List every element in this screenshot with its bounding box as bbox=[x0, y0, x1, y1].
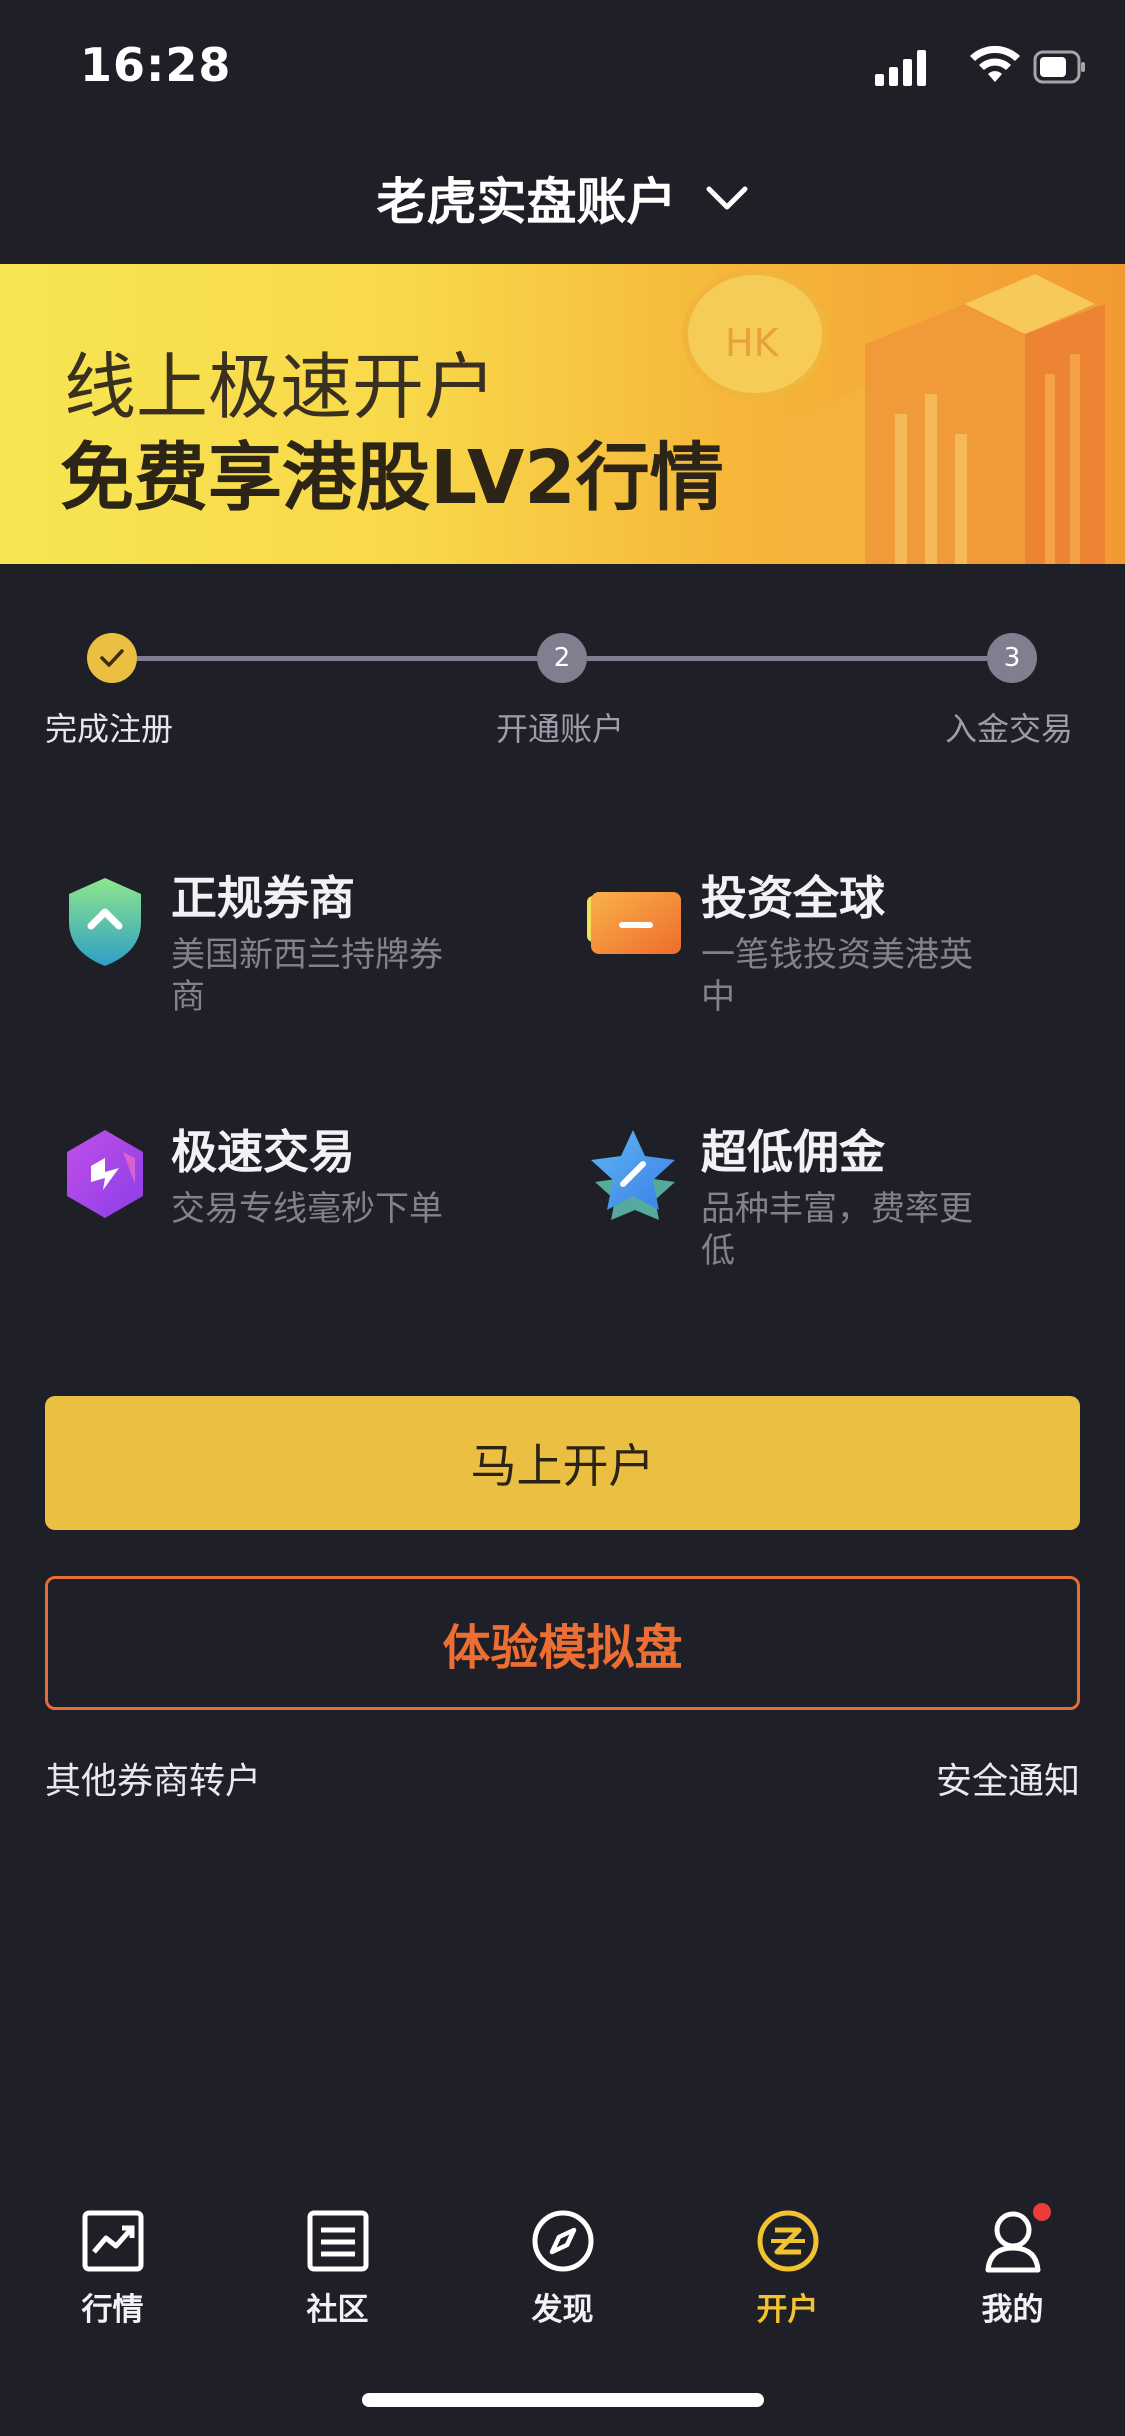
tab-community[interactable]: 社区 bbox=[225, 2190, 450, 2340]
feature-desc: 美国新西兰持牌券商 bbox=[171, 935, 443, 1017]
feature-title: 投资全球 bbox=[701, 871, 885, 925]
battery-icon bbox=[1033, 50, 1085, 84]
home-indicator[interactable] bbox=[362, 2393, 764, 2407]
page-title: 老虎实盘账户 bbox=[376, 173, 677, 231]
feature-desc: 一笔钱投资美港英中 bbox=[701, 935, 973, 1017]
open-account-button[interactable]: 马上开户 bbox=[45, 1396, 1080, 1530]
tab-label: 行情 bbox=[81, 2292, 144, 2328]
feature-title: 正规券商 bbox=[171, 871, 355, 925]
step-3-indicator: 3 bbox=[987, 633, 1037, 683]
tab-discover[interactable]: 发现 bbox=[450, 2190, 675, 2340]
card-icon bbox=[587, 892, 681, 954]
account-selector[interactable]: 老虎实盘账户 bbox=[0, 160, 1125, 236]
security-notice-link[interactable]: 安全通知 bbox=[936, 1752, 1080, 1804]
account-progress-steps: 2 3 完成注册 开通账户 入金交易 bbox=[0, 600, 1125, 760]
open-account-label: 马上开户 bbox=[470, 1439, 655, 1493]
tab-label: 社区 bbox=[306, 2292, 369, 2328]
document-icon bbox=[307, 2210, 369, 2272]
hk-coin-text: HK bbox=[725, 321, 780, 365]
tab-bar: 行情 社区 发现 开户 我的 bbox=[0, 2190, 1125, 2340]
feature-fast-trading: 极速交易 交易专线毫秒下单 bbox=[55, 1116, 535, 1276]
tab-label: 我的 bbox=[981, 2292, 1044, 2328]
promo-banner[interactable]: 线上极速开户 免费享港股LV2行情 HK bbox=[0, 264, 1125, 564]
tab-open-account[interactable]: 开户 bbox=[675, 2190, 900, 2340]
signal-icon bbox=[875, 50, 926, 86]
status-icons bbox=[875, 46, 1085, 86]
tab-label: 发现 bbox=[531, 2292, 594, 2328]
feature-global-investing: 投资全球 一笔钱投资美港英中 bbox=[585, 862, 1065, 1022]
banner-subheadline: 免费享港股LV2行情 bbox=[60, 435, 724, 521]
star-icon bbox=[591, 1130, 675, 1220]
feature-title: 超低佣金 bbox=[701, 1125, 885, 1179]
tab-market[interactable]: 行情 bbox=[0, 2190, 225, 2340]
transfer-broker-link[interactable]: 其他券商转户 bbox=[45, 1752, 261, 1804]
feature-low-commission: 超低佣金 品种丰富，费率更低 bbox=[585, 1116, 1065, 1276]
step-2-indicator: 2 bbox=[537, 633, 587, 683]
notification-badge bbox=[1033, 2203, 1051, 2221]
feature-title: 极速交易 bbox=[171, 1125, 355, 1179]
step-3-label: 入金交易 bbox=[945, 710, 1074, 748]
open-account-icon bbox=[757, 2210, 819, 2272]
compass-icon bbox=[532, 2210, 594, 2272]
check-icon bbox=[100, 649, 124, 667]
banner-illustration: HK bbox=[682, 269, 1105, 564]
step-1-label: 完成注册 bbox=[45, 710, 174, 748]
step-2-label: 开通账户 bbox=[496, 710, 625, 748]
step-done-icon bbox=[87, 633, 137, 683]
feature-regulated-broker: 正规券商 美国新西兰持牌券商 bbox=[55, 862, 535, 1022]
tab-profile[interactable]: 我的 bbox=[900, 2190, 1125, 2340]
feature-desc: 品种丰富，费率更低 bbox=[701, 1189, 973, 1271]
feature-desc: 交易专线毫秒下单 bbox=[171, 1189, 443, 1229]
step-connector bbox=[137, 656, 537, 661]
step-connector bbox=[587, 656, 987, 661]
demo-account-button[interactable]: 体验模拟盘 bbox=[45, 1576, 1080, 1710]
chart-icon bbox=[82, 2210, 144, 2272]
lightning-icon bbox=[67, 1130, 143, 1218]
shield-icon bbox=[69, 878, 141, 966]
tab-label: 开户 bbox=[756, 2292, 819, 2328]
wifi-icon bbox=[970, 46, 1020, 82]
demo-account-label: 体验模拟盘 bbox=[442, 1620, 683, 1676]
chevron-down-icon bbox=[706, 186, 747, 210]
status-time: 16:28 bbox=[80, 38, 232, 92]
